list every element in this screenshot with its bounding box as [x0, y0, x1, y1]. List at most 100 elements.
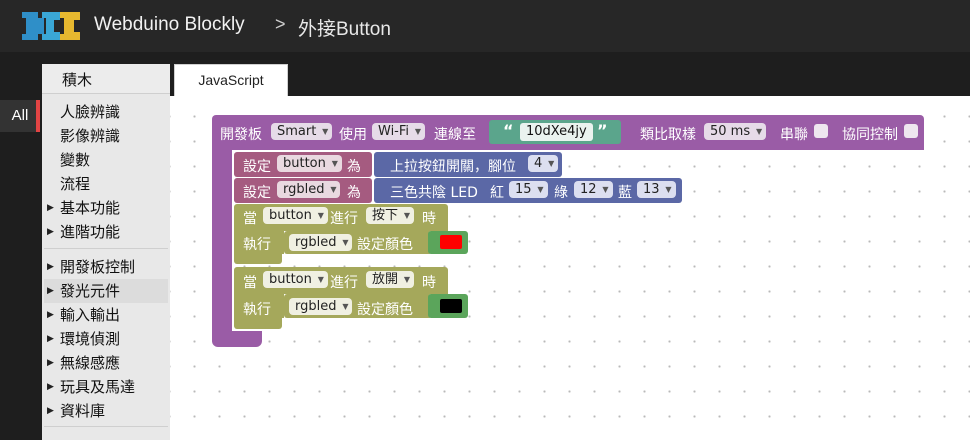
as-label: 為 — [347, 159, 361, 175]
dropdown-arrow-icon: ▼ — [330, 185, 337, 194]
dropdown-arrow-icon: ▼ — [322, 127, 329, 136]
serial-checkbox[interactable] — [814, 124, 828, 138]
dropdown-arrow-icon: ▼ — [342, 302, 349, 311]
dropdown-arrow-icon: ▼ — [537, 185, 544, 194]
button-release-event-bottom — [234, 318, 282, 329]
dropdown-arrow-icon: ▼ — [414, 127, 422, 136]
close-quote-icon: ” — [597, 121, 608, 140]
release-action-dropdown[interactable]: 放開 ▼ — [366, 271, 415, 288]
toolbox-header-label: 積木 — [62, 71, 93, 89]
pullup-button-label: 上拉按鈕開關，腳位 — [390, 159, 516, 175]
dropdown-arrow-icon: ▼ — [755, 127, 763, 136]
blue-pin-dropdown[interactable]: 13 ▼ — [637, 181, 676, 198]
exec-label: 執行 — [243, 237, 271, 253]
expand-arrow-icon: ▶ — [47, 334, 54, 344]
do-label: 進行 — [330, 211, 358, 227]
board-label: 開發板 — [220, 127, 262, 143]
project-title[interactable]: 外接Button — [298, 14, 391, 41]
toolbox-item-flow[interactable]: 流程 — [44, 172, 168, 196]
dropdown-arrow-icon: ▼ — [665, 185, 672, 194]
board-type-dropdown[interactable]: Smart ▼ — [271, 123, 333, 140]
webduino-logo-icon[interactable] — [20, 8, 84, 44]
toolbox-divider — [44, 426, 168, 427]
toolbox-item-io[interactable]: ▶ 輸入輸出 — [44, 303, 168, 327]
sampling-label: 類比取樣 — [640, 127, 696, 143]
sync-checkbox[interactable] — [904, 124, 918, 138]
button-variable-dropdown[interactable]: button ▼ — [277, 155, 342, 172]
expand-arrow-icon: ▶ — [47, 227, 54, 237]
expand-arrow-icon: ▶ — [47, 286, 54, 296]
expand-arrow-icon: ▶ — [47, 203, 54, 213]
set-label: 設定 — [243, 185, 271, 201]
time-label: 時 — [422, 275, 436, 291]
button-press-event-bottom — [234, 254, 282, 264]
toolbox-item-advanced[interactable]: ▶ 進階功能 — [44, 220, 168, 244]
dropdown-arrow-icon: ▼ — [548, 159, 555, 168]
toolbox-item-variables[interactable]: 變數 — [44, 148, 168, 172]
sync-label: 協同控制 — [842, 127, 898, 143]
use-label: 使用 — [339, 127, 367, 143]
dropdown-arrow-icon: ▼ — [602, 185, 609, 194]
app-title[interactable]: Webduino Blockly — [94, 14, 245, 36]
toolbox-item-environment[interactable]: ▶ 環境偵測 — [44, 327, 168, 351]
toolbox-item-face-recognition[interactable]: 人臉辨識 — [44, 100, 168, 124]
red-label: 紅 — [490, 185, 504, 201]
toolbox-item-board-control[interactable]: ▶ 開發板控制 — [44, 255, 168, 279]
toolbox-header: 積木 — [42, 64, 170, 94]
breadcrumb-separator: > — [275, 14, 286, 34]
dropdown-arrow-icon: ▼ — [317, 211, 324, 220]
red-pin-dropdown[interactable]: 15 ▼ — [509, 181, 548, 198]
when-label: 當 — [243, 275, 257, 291]
dropdown-arrow-icon: ▼ — [342, 238, 349, 247]
rgbled-target-dropdown[interactable]: rgbled ▼ — [289, 298, 353, 315]
dropdown-arrow-icon: ▼ — [317, 275, 324, 284]
expand-arrow-icon: ▶ — [47, 358, 54, 368]
sampling-dropdown[interactable]: 50 ms ▼ — [704, 123, 767, 140]
expand-arrow-icon: ▶ — [47, 310, 54, 320]
dropdown-arrow-icon: ▼ — [403, 211, 411, 220]
board-block-spine — [212, 150, 232, 332]
expand-arrow-icon: ▶ — [47, 262, 54, 272]
time-label: 時 — [422, 211, 436, 227]
category-all-tab[interactable]: All — [0, 100, 40, 132]
exec-label: 執行 — [243, 302, 271, 318]
event-button-dropdown[interactable]: button ▼ — [263, 207, 328, 224]
tab-javascript[interactable]: JavaScript — [174, 64, 288, 96]
set-color-label: 設定顏色 — [357, 237, 413, 253]
black-color-swatch[interactable] — [440, 299, 462, 313]
category-strip — [0, 96, 42, 440]
toolbox-item-wireless[interactable]: ▶ 無線感應 — [44, 351, 168, 375]
toolbox-item-database[interactable]: ▶ 資料庫 — [44, 399, 168, 423]
rgbled-target-dropdown[interactable]: rgbled ▼ — [289, 234, 353, 251]
blue-label: 藍 — [618, 185, 632, 201]
expand-arrow-icon: ▶ — [47, 406, 54, 416]
set-color-label: 設定顏色 — [357, 302, 413, 318]
serial-label: 串聯 — [780, 127, 808, 143]
connection-dropdown[interactable]: Wi-Fi ▼ — [372, 123, 426, 140]
event-button-dropdown[interactable]: button ▼ — [263, 271, 328, 288]
expand-arrow-icon: ▶ — [47, 382, 54, 392]
board-block-bottom — [212, 331, 262, 347]
device-id-field[interactable]: 10dXe4jy — [520, 123, 593, 141]
green-pin-dropdown[interactable]: 12 ▼ — [574, 181, 613, 198]
toolbox-item-toys-motors[interactable]: ▶ 玩具及馬達 — [44, 375, 168, 399]
red-color-swatch[interactable] — [440, 235, 462, 249]
do-label: 進行 — [330, 275, 358, 291]
button-pin-dropdown[interactable]: 4 ▼ — [528, 155, 559, 172]
open-quote-icon: “ — [503, 121, 514, 140]
toolbox-item-image-recognition[interactable]: 影像辨識 — [44, 124, 168, 148]
dropdown-arrow-icon: ▼ — [331, 159, 338, 168]
press-action-dropdown[interactable]: 按下 ▼ — [366, 207, 415, 224]
as-label: 為 — [347, 185, 361, 201]
toolbox-item-light-components[interactable]: ▶ 發光元件 — [44, 279, 168, 303]
dropdown-arrow-icon: ▼ — [403, 275, 411, 284]
toolbox-item-basic[interactable]: ▶ 基本功能 — [44, 196, 168, 220]
toolbox-divider — [44, 248, 168, 249]
when-label: 當 — [243, 211, 257, 227]
app-header: Webduino Blockly > 外接Button — [0, 0, 970, 52]
rgb-led-label: 三色共陰 LED — [390, 185, 478, 201]
green-label: 綠 — [554, 185, 568, 201]
rgbled-variable-dropdown[interactable]: rgbled ▼ — [277, 181, 341, 198]
category-selected-accent — [36, 100, 40, 132]
connect-to-label: 連線至 — [434, 127, 476, 143]
